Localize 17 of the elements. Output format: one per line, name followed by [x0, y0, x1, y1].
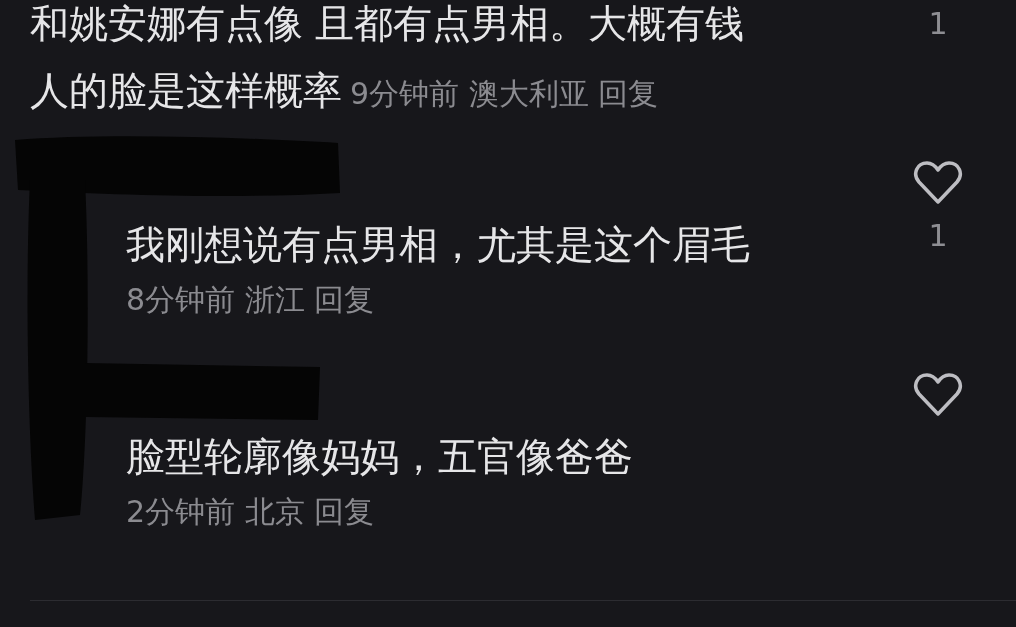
time-text: 8分钟前: [126, 282, 236, 317]
location-text: 浙江: [244, 282, 305, 317]
reply-link[interactable]: 回复: [598, 76, 659, 111]
reply-link[interactable]: 回复: [314, 494, 375, 529]
reply-link[interactable]: 回复: [314, 282, 375, 317]
comment-text: 和姚安娜有点像 且都有点男相。大概有钱: [30, 0, 745, 48]
like-count: 1: [928, 217, 948, 255]
heart-icon[interactable]: [913, 372, 963, 418]
location-text: 澳大利亚: [468, 76, 589, 111]
time-text: 9分钟前: [350, 76, 460, 111]
time-text: 2分钟前: [126, 494, 236, 529]
comment-text: 脸型轮廓像妈妈，五官像爸爸: [126, 433, 634, 481]
location-text: 北京: [244, 494, 305, 529]
comment-text: 人的脸是这样概率: [30, 67, 342, 115]
like-count: 1: [928, 5, 948, 43]
heart-icon[interactable]: [913, 160, 963, 206]
comment-text: 我刚想说有点男相，尤其是这个眉毛: [126, 221, 751, 269]
